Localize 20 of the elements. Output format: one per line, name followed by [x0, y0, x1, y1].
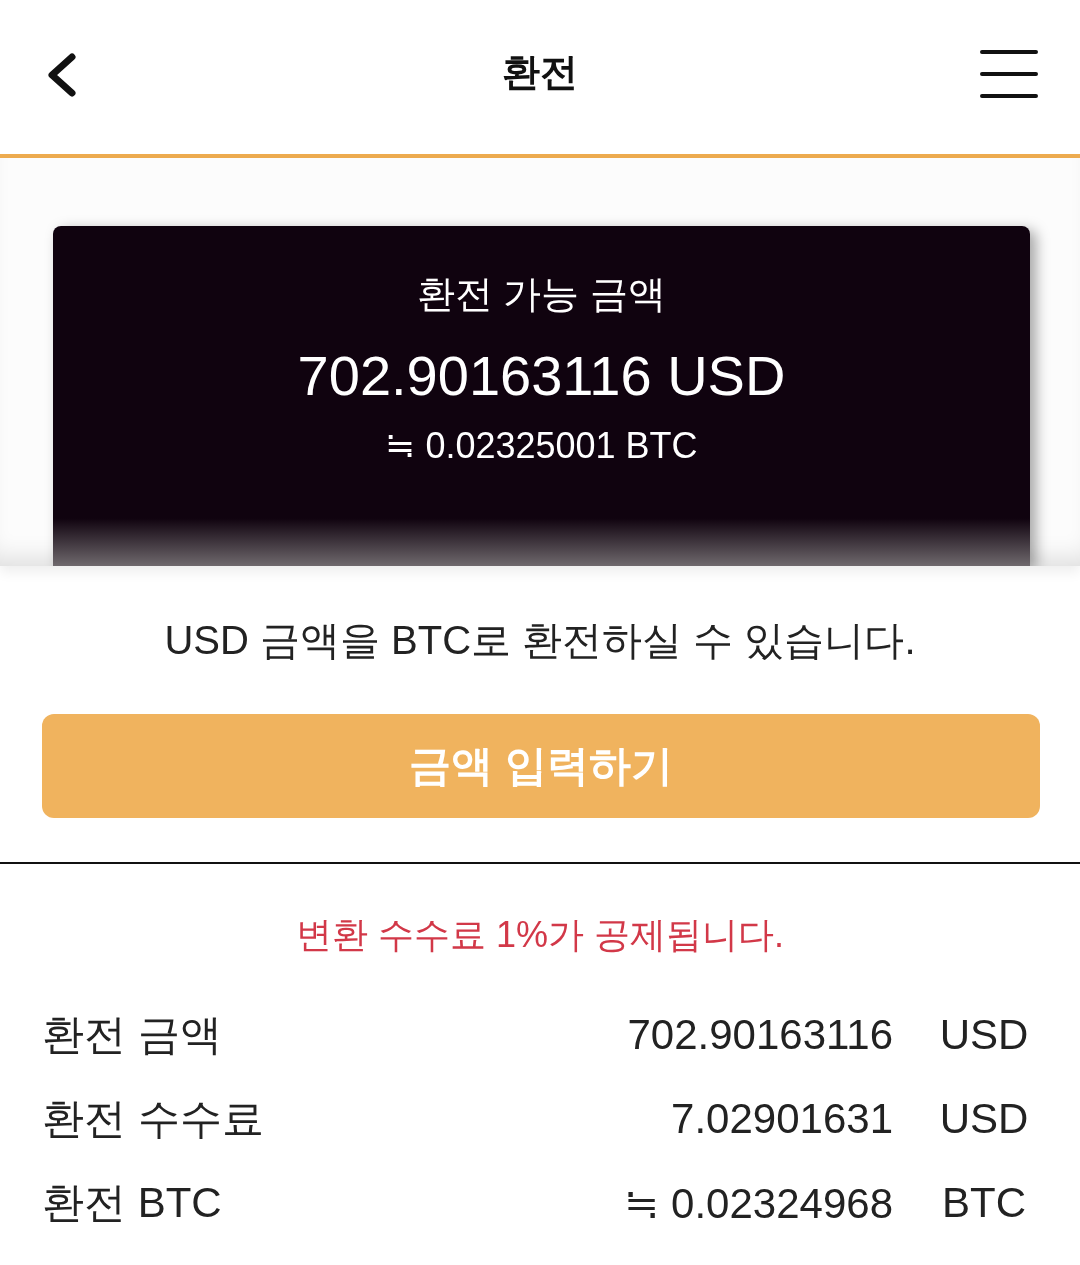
summary-label: 환전 금액 [42, 1010, 223, 1060]
exchange-notice: USD 금액을 BTC로 환전하실 수 있습니다. [163, 617, 917, 664]
btc-equivalent: ≒ 0.02325001 BTC [385, 424, 698, 468]
summary-label: 환전 수수료 [42, 1094, 265, 1144]
summary-unit: BTC [941, 1179, 1027, 1227]
summary-value: 7.02901631 [671, 1095, 893, 1143]
back-button[interactable] [46, 53, 76, 97]
summary-value: 702.90163116 [627, 1011, 893, 1059]
enter-amount-button[interactable]: 금액 입력하기 [42, 714, 1040, 818]
summary-unit: USD [938, 1095, 1030, 1143]
summary-value: ≒ 0.02324968 [624, 1178, 893, 1228]
menu-icon [980, 50, 1038, 98]
menu-button[interactable] [980, 50, 1038, 98]
page-title: 환전 [502, 50, 578, 96]
summary-label: 환전 BTC [42, 1178, 223, 1228]
balance-amount: 702.90163116 USD [297, 343, 786, 409]
chevron-left-icon [46, 53, 76, 97]
balance-title: 환전 가능 금액 [416, 272, 667, 317]
summary-unit: USD [938, 1011, 1030, 1059]
fee-notice: 변환 수수료 1%가 공제됩니다. [294, 913, 785, 957]
